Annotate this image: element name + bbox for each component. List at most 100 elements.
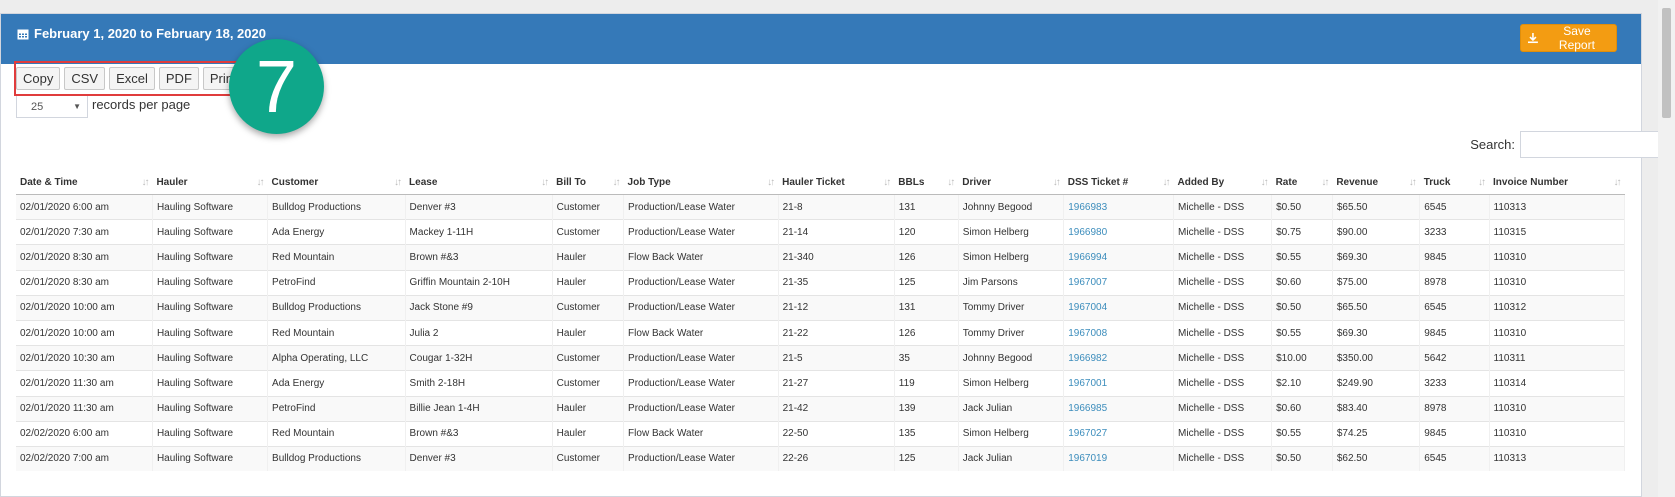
table-cell: 02/01/2020 8:30 am [16,244,153,271]
table-cell: Production/Lease Water [623,395,779,422]
dss-ticket-link[interactable]: 1967004 [1068,302,1107,313]
save-report-button[interactable]: Save Report [1520,24,1617,52]
table-cell: Jack Julian [958,445,1065,472]
table-cell: 1966985 [1063,395,1175,422]
table-cell: $75.00 [1332,269,1421,296]
table-cell: 119 [894,370,959,396]
column-header[interactable]: Hauler Ticket ↓↑ [778,171,895,195]
sort-icon: ↓↑ [1321,177,1329,188]
page-length-select[interactable]: 25 ▼ [16,96,88,118]
table-cell: 135 [894,420,959,447]
scrollbar-thumb[interactable] [1662,8,1671,118]
pdf-button[interactable]: PDF [158,67,199,90]
column-header[interactable]: Bill To ↓↑ [552,171,624,195]
table-cell: Red Mountain [267,319,406,346]
dss-ticket-link[interactable]: 1967007 [1068,277,1107,288]
dss-ticket-link[interactable]: 1966983 [1068,202,1107,213]
column-header[interactable]: Date & Time ↓↑ [16,171,153,195]
sort-icon: ↓↑ [1478,177,1486,188]
table-cell: Hauling Software [152,219,269,245]
column-header[interactable]: Customer ↓↑ [267,171,406,195]
table-cell: 110313 [1489,193,1626,220]
column-header[interactable]: Lease ↓↑ [405,171,553,195]
table-cell: 21-12 [778,294,895,321]
copy-button[interactable]: Copy [16,67,61,90]
column-header[interactable]: Invoice Number ↓↑ [1489,171,1625,195]
table-cell: 120 [894,219,959,245]
table-cell: Ada Energy [267,370,406,396]
page-scrollbar[interactable] [1658,0,1675,497]
table-cell: 02/02/2020 6:00 am [16,420,153,447]
column-header[interactable]: DSS Ticket # ↓↑ [1063,171,1174,195]
table-cell: Ada Energy [267,219,406,245]
search-input[interactable] [1520,131,1659,158]
save-report-label: Save Report [1558,24,1595,52]
table-cell: Bulldog Productions [267,445,406,472]
table-cell: Hauling Software [152,244,269,271]
page-length-label: records per page [92,96,191,112]
column-header[interactable]: Added By ↓↑ [1173,171,1272,195]
table-cell: Tommy Driver [958,294,1065,321]
table-cell: $0.55 [1271,244,1333,271]
sort-icon: ↓↑ [1260,177,1269,188]
table-cell: Hauler [552,244,625,271]
column-header[interactable]: BBLs ↓↑ [894,171,959,195]
table-cell: 110315 [1489,219,1626,245]
column-header-label: Lease [409,177,438,188]
table-cell: $0.55 [1271,420,1333,447]
dss-ticket-link[interactable]: 1966994 [1068,252,1107,263]
dss-ticket-link[interactable]: 1966980 [1068,227,1107,238]
dss-ticket-link[interactable]: 1967008 [1068,328,1107,339]
column-header[interactable]: Truck ↓↑ [1419,171,1490,195]
table-row: 02/01/2020 8:30 am Hauling Software Red Mo… [16,244,1626,271]
dss-ticket-link[interactable]: 1967001 [1068,378,1107,389]
date-range-text: February 1, 2020 to February 18, 2020 [34,26,266,41]
table-cell: 21-27 [778,370,895,396]
table-cell: $0.50 [1271,445,1333,472]
table-cell: 3233 [1419,370,1490,396]
table-cell: 3233 [1419,219,1490,245]
column-header-label: Hauler [156,177,188,188]
column-header[interactable]: Hauler ↓↑ [152,171,268,195]
table-cell: Michelle - DSS [1173,319,1273,346]
table-cell: Johnny Begood [958,193,1065,220]
dss-ticket-link[interactable]: 1966982 [1068,353,1107,364]
table-cell: Johnny Begood [958,345,1065,371]
dss-ticket-link[interactable]: 1967027 [1068,428,1107,439]
table-cell: Jack Julian [958,395,1065,422]
table-cell: $0.50 [1271,193,1333,220]
dss-ticket-link[interactable]: 1966985 [1068,403,1107,414]
table-cell: $0.55 [1271,319,1333,346]
download-icon [1527,33,1538,44]
table-cell: 126 [894,244,959,271]
table-cell: 9845 [1419,244,1490,271]
table-cell: 35 [894,345,959,371]
excel-button[interactable]: Excel [109,67,155,90]
column-header[interactable]: Driver ↓↑ [958,171,1064,195]
table-cell: 110314 [1489,370,1626,396]
column-header[interactable]: Job Type ↓↑ [623,171,779,195]
column-header-label: Truck [1423,177,1451,188]
table-cell: 21-22 [778,319,895,346]
table-cell: 110310 [1489,395,1626,422]
table-cell: Flow Back Water [623,244,779,271]
dss-ticket-link[interactable]: 1967019 [1068,453,1107,464]
table-cell: 21-14 [778,219,895,245]
column-header[interactable]: Revenue ↓↑ [1332,171,1420,195]
report-table: Date & Time ↓↑ Hauler ↓↑ Customer ↓↑ Lease ↓↑ Bi… [16,171,1626,472]
table-cell: 131 [894,294,959,321]
table-cell: 1967027 [1063,420,1175,447]
table-cell: Production/Lease Water [623,370,779,396]
table-cell: $83.40 [1332,395,1421,422]
table-cell: Simon Helberg [958,420,1065,447]
table-cell: 21-8 [778,193,895,220]
column-header-label: BBLs [898,177,925,188]
table-cell: Jim Parsons [958,269,1065,296]
sort-icon: ↓↑ [1052,177,1061,188]
table-cell: 02/01/2020 8:30 am [16,269,153,296]
dropdown-arrow-icon: ▼ [73,102,81,111]
csv-button[interactable]: CSV [64,67,106,90]
column-header[interactable]: Rate ↓↑ [1271,171,1333,195]
table-cell: $62.50 [1332,445,1421,472]
table-row: 02/01/2020 10:30 am Hauling Software Alpha… [16,345,1626,371]
